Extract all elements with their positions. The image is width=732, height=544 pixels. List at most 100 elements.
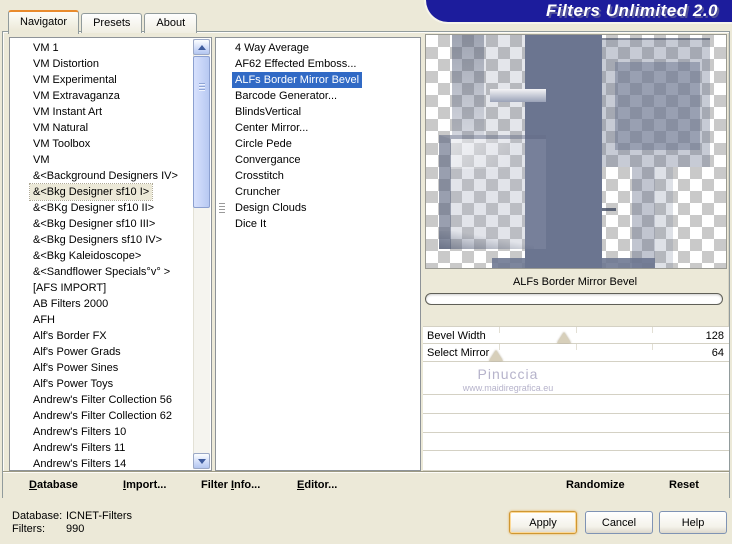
param-value: 64: [711, 347, 724, 359]
import-button[interactable]: Import...: [123, 472, 166, 498]
filter-preview[interactable]: [425, 34, 727, 269]
app-title: Filters Unlimited 2.0: [545, 1, 718, 20]
navigator-page: VM 1 VM Distortion VM Experimental VM Extra…: [2, 31, 730, 498]
param-label: Bevel Width: [427, 330, 486, 342]
filter-rows: 4 Way Average AF62 Effected Emboss... ALFs…: [216, 38, 420, 232]
category-list-item[interactable]: &<BKg Designer sf10 II>: [10, 200, 211, 216]
category-list-item[interactable]: &<Bkg Designer sf10 III>: [10, 216, 211, 232]
param-label: Select Mirror: [427, 347, 490, 359]
tab-bar: Navigator Presets About: [8, 10, 198, 34]
category-rows: VM 1 VM Distortion VM Experimental VM Extra…: [10, 38, 211, 470]
preview-shape: [439, 231, 534, 249]
cancel-button[interactable]: Cancel: [585, 511, 653, 534]
filter-list-item[interactable]: ALFs Border Mirror Bevel: [216, 72, 420, 88]
empty-param-row: [423, 451, 729, 471]
param-row-select-mirror: Select Mirror 64: [423, 344, 729, 362]
scroll-up-button[interactable]: [193, 39, 210, 55]
preview-shape: [484, 35, 525, 135]
category-list-item[interactable]: &<Background Designers IV>: [10, 168, 211, 184]
category-list-item[interactable]: VM Instant Art: [10, 104, 211, 120]
database-status-value: ICNET-Filters: [66, 510, 132, 522]
tab-about[interactable]: About: [144, 13, 198, 33]
category-list-item[interactable]: Alf's Power Toys: [10, 376, 211, 392]
filter-info-button[interactable]: Filter Info...: [201, 472, 260, 498]
filter-list-item[interactable]: Barcode Generator...: [216, 88, 420, 104]
category-list: VM 1 VM Distortion VM Experimental VM Extra…: [9, 37, 212, 471]
category-list-item[interactable]: Andrew's Filters 11: [10, 440, 211, 456]
empty-param-row: [423, 433, 729, 451]
preview-shape: [490, 89, 546, 102]
preview-progress-bar: [425, 293, 723, 305]
category-list-item[interactable]: VM Extravaganza: [10, 88, 211, 104]
category-list-item[interactable]: &<Bkg Designer sf10 I>: [10, 183, 211, 201]
category-list-item[interactable]: Alf's Power Sines: [10, 360, 211, 376]
filter-list-item[interactable]: Circle Pede: [216, 136, 420, 152]
filters-count-value: 990: [66, 523, 85, 535]
filter-list-item[interactable]: BlindsVertical: [216, 104, 420, 120]
preview-shape: [602, 208, 616, 211]
category-scrollbar[interactable]: [193, 39, 210, 469]
slider-thumb[interactable]: [489, 350, 504, 361]
filters-count-label: Filters:: [12, 523, 45, 535]
category-list-item[interactable]: VM: [10, 152, 211, 168]
filter-list-item[interactable]: Cruncher: [216, 184, 420, 200]
category-list-item[interactable]: Andrew's Filter Collection 56: [10, 392, 211, 408]
editor-button[interactable]: Editor...: [297, 472, 337, 498]
category-list-item[interactable]: &<Sandflower Specials°v° >: [10, 264, 211, 280]
category-list-item[interactable]: Andrew's Filters 10: [10, 424, 211, 440]
empty-param-row: [423, 395, 729, 414]
tab-navigator[interactable]: Navigator: [8, 10, 80, 34]
title-banner: Filters Unlimited 2.0: [424, 0, 732, 24]
filter-list-item[interactable]: Design Clouds: [216, 200, 420, 216]
tab-presets[interactable]: Presets: [81, 13, 143, 33]
category-list-item[interactable]: VM Toolbox: [10, 136, 211, 152]
category-list-item[interactable]: AFH: [10, 312, 211, 328]
filter-list: 4 Way Average AF62 Effected Emboss... ALFs…: [215, 37, 421, 471]
category-list-item[interactable]: [AFS IMPORT]: [10, 280, 211, 296]
filters-unlimited-dialog: Filters Unlimited 2.0 Navigator Presets …: [0, 0, 732, 544]
category-list-item[interactable]: Alf's Border FX: [10, 328, 211, 344]
preview-shape: [492, 258, 655, 268]
apply-button[interactable]: Apply: [509, 511, 577, 534]
preview-shape: [632, 167, 655, 268]
watermark-url: www.maidiregrafica.eu: [462, 383, 554, 393]
category-list-item[interactable]: &<Bkg Designers sf10 IV>: [10, 232, 211, 248]
scroll-down-button[interactable]: [193, 453, 210, 469]
empty-param-row: [423, 414, 729, 433]
param-row-bevel-width: Bevel Width 128: [423, 326, 729, 344]
watermark: Pinuccia www.maidiregrafica.eu: [423, 362, 729, 395]
preview-shape: [452, 35, 484, 135]
category-list-item[interactable]: AB Filters 2000: [10, 296, 211, 312]
category-list-item[interactable]: VM Distortion: [10, 56, 211, 72]
help-button[interactable]: Help: [659, 511, 727, 534]
category-list-item[interactable]: Andrew's Filter Collection 62: [10, 408, 211, 424]
up-arrow-icon: [197, 41, 206, 50]
down-arrow-icon: [197, 458, 206, 468]
category-list-item[interactable]: Andrew's Filters 14: [10, 456, 211, 470]
category-list-item[interactable]: VM Natural: [10, 120, 211, 136]
watermark-name: Pinuccia: [477, 366, 539, 382]
category-list-item[interactable]: VM Experimental: [10, 72, 211, 88]
filter-list-item[interactable]: Center Mirror...: [216, 120, 420, 136]
filter-list-item[interactable]: Crosstitch: [216, 168, 420, 184]
category-list-item[interactable]: VM 1: [10, 40, 211, 56]
action-bar: Database Import... Filter Info... Editor…: [3, 471, 729, 498]
scroll-thumb[interactable]: [193, 56, 210, 208]
selected-filter-title: ALFs Border Mirror Bevel: [512, 276, 638, 288]
filter-list-item[interactable]: AF62 Effected Emboss...: [216, 56, 420, 72]
filter-list-item[interactable]: Convergance: [216, 152, 420, 168]
filter-list-item[interactable]: Dice It: [216, 216, 420, 232]
param-value: 128: [705, 330, 724, 342]
reset-button[interactable]: Reset: [669, 472, 699, 498]
slider-thumb[interactable]: [556, 332, 571, 343]
preview-panel: ALFs Border Mirror Bevel Bevel Width 128…: [423, 32, 729, 471]
preview-shape: [615, 62, 700, 150]
preview-shape: [451, 139, 511, 169]
preview-shape: [655, 167, 673, 268]
category-list-item[interactable]: Alf's Power Grads: [10, 344, 211, 360]
category-list-item[interactable]: &<Bkg Kaleidoscope>: [10, 248, 211, 264]
database-status-label: Database:: [12, 510, 63, 522]
randomize-button[interactable]: Randomize: [566, 472, 625, 498]
filter-list-item[interactable]: 4 Way Average: [216, 40, 420, 56]
database-button[interactable]: Database: [29, 472, 78, 498]
